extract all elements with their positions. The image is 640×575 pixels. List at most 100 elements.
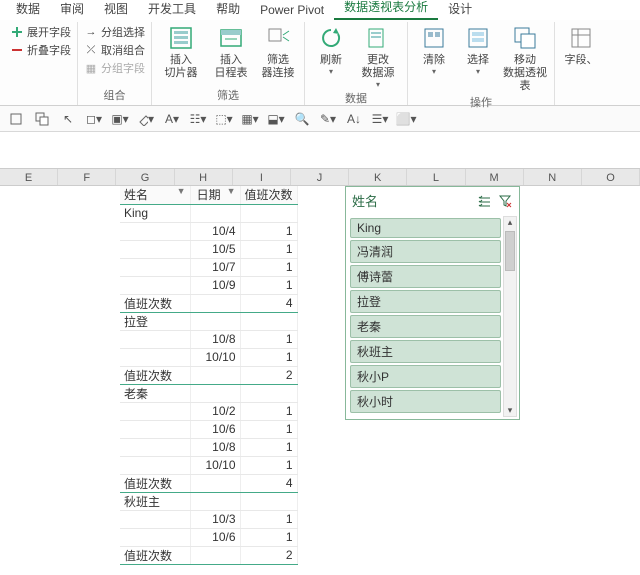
tab-3[interactable]: 开发工具 [138, 0, 206, 20]
pivot-row[interactable]: 10/41 [120, 222, 297, 240]
refresh-button[interactable]: 刷新 ▾ [311, 24, 351, 77]
slicer[interactable]: 姓名 King冯清润傅诗蕾拉登老秦秋班主秋小P秋小时 ▴ ▾ [345, 186, 520, 420]
col-header-K[interactable]: K [349, 169, 407, 185]
pivot-table[interactable]: 姓名▼日期▼值班次数King10/4110/5110/7110/91值班次数4拉… [120, 186, 298, 565]
pivot-row[interactable]: 10/101 [120, 348, 297, 366]
pivot-row[interactable]: 值班次数2 [120, 366, 297, 384]
pivot-row[interactable]: 值班次数4 [120, 474, 297, 492]
group-filter-label: 筛选 [217, 87, 239, 105]
tab-6[interactable]: 数据透视表分析 [334, 0, 438, 20]
cursor-icon[interactable]: ↖ [60, 111, 76, 127]
tab-1[interactable]: 审阅 [50, 0, 94, 20]
pivot-hdr-date[interactable]: 日期▼ [190, 186, 240, 204]
merge-icon[interactable]: ▦▾ [242, 111, 258, 127]
pivot-row[interactable]: 10/61 [120, 528, 297, 546]
group-field-button[interactable]: ▦ 分组字段 [84, 60, 145, 76]
refresh-icon [317, 24, 345, 52]
slicer-item[interactable]: 老秦 [350, 315, 501, 338]
clear-label: 清除 [423, 54, 445, 67]
pivot-row[interactable]: 10/21 [120, 402, 297, 420]
col-header-H[interactable]: H [175, 169, 233, 185]
expand-field-label: 展开字段 [27, 24, 71, 40]
col-header-I[interactable]: I [233, 169, 291, 185]
insert-timeline-button[interactable]: 插入 日程表 [208, 24, 254, 80]
slicer-item[interactable]: 傅诗蕾 [350, 265, 501, 288]
pivot-row[interactable]: 值班次数2 [120, 546, 297, 564]
eraser-icon[interactable]: ▾ [138, 111, 154, 127]
pivot-hdr-count[interactable]: 值班次数 [240, 186, 297, 204]
filter-conn-label: 筛选 器连接 [262, 54, 295, 80]
pivot-row[interactable]: 10/81 [120, 438, 297, 456]
fields-button[interactable]: 字段、 [561, 24, 601, 67]
col-header-F[interactable]: F [58, 169, 116, 185]
col-header-E[interactable]: E [0, 169, 58, 185]
col-header-N[interactable]: N [524, 169, 582, 185]
group-ops: 清除 ▾ 选择 ▾ 移动 数据透视表 操作 [408, 22, 555, 105]
tab-2[interactable]: 视图 [94, 0, 138, 20]
scroll-thumb[interactable] [505, 231, 515, 271]
group-filter: 插入 切片器 插入 日程表 筛选 器连接 筛选 [152, 22, 305, 105]
clear-filter-icon[interactable] [497, 193, 513, 209]
filter2-icon[interactable]: ☰▾ [372, 111, 388, 127]
pivot-row[interactable]: 值班次数4 [120, 294, 297, 312]
multiselect-icon[interactable] [477, 193, 493, 209]
highlight-icon[interactable]: ✎▾ [320, 111, 336, 127]
tab-0[interactable]: 数据 [6, 0, 50, 20]
tab-7[interactable]: 设计 [438, 0, 482, 20]
paste-icon[interactable] [8, 111, 24, 127]
tab-5[interactable]: Power Pivot [250, 1, 334, 20]
col-header-L[interactable]: L [407, 169, 465, 185]
select-button[interactable]: 选择 ▾ [458, 24, 498, 77]
find-icon[interactable]: 🔍 [294, 111, 310, 127]
shape-icon[interactable]: ◻▾ [86, 111, 102, 127]
scroll-up-icon[interactable]: ▴ [508, 217, 513, 228]
ungroup-label: 取消组合 [101, 42, 145, 58]
pivot-row[interactable]: 10/71 [120, 258, 297, 276]
collapse-icon [10, 43, 24, 57]
freeze-icon[interactable]: ⬜▾ [398, 111, 414, 127]
slicer-item[interactable]: 秋小时 [350, 390, 501, 413]
slicer-item[interactable]: 秋小P [350, 365, 501, 388]
scroll-down-icon[interactable]: ▾ [508, 405, 513, 416]
table-icon[interactable]: ☷▾ [190, 111, 206, 127]
pivot-row[interactable]: 老秦 [120, 384, 297, 402]
pivot-row[interactable]: King [120, 204, 297, 222]
filter-connections-button[interactable]: 筛选 器连接 [258, 24, 298, 80]
change-source-button[interactable]: 更改 数据源 ▾ [355, 24, 401, 90]
expand-field-button[interactable]: 展开字段 [10, 24, 71, 40]
col-header-M[interactable]: M [466, 169, 524, 185]
group-selection-button[interactable]: → 分组选择 [84, 24, 145, 40]
tab-4[interactable]: 帮助 [206, 0, 250, 20]
col-header-J[interactable]: J [291, 169, 349, 185]
pivot-row[interactable]: 秋班主 [120, 492, 297, 510]
collapse-field-label: 折叠字段 [27, 42, 71, 58]
move-pivot-button[interactable]: 移动 数据透视表 [502, 24, 548, 94]
textbox-icon[interactable]: A▾ [164, 111, 180, 127]
pivot-row[interactable]: 10/61 [120, 420, 297, 438]
pivot-hdr-name[interactable]: 姓名▼ [120, 186, 190, 204]
pivot-row[interactable]: 10/51 [120, 240, 297, 258]
slicer-item[interactable]: 拉登 [350, 290, 501, 313]
copy-icon[interactable] [34, 111, 50, 127]
pivot-row[interactable]: 拉登 [120, 312, 297, 330]
fill-icon[interactable]: ▣▾ [112, 111, 128, 127]
col-header-O[interactable]: O [582, 169, 640, 185]
col-header-G[interactable]: G [116, 169, 174, 185]
sort-icon[interactable]: A↓ [346, 111, 362, 127]
clear-button[interactable]: 清除 ▾ [414, 24, 454, 77]
align-icon[interactable]: ⬓▾ [268, 111, 284, 127]
collapse-field-button[interactable]: 折叠字段 [10, 42, 71, 58]
timeline-icon [217, 24, 245, 52]
insert-slicer-button[interactable]: 插入 切片器 [158, 24, 204, 80]
slicer-item[interactable]: 冯清润 [350, 240, 501, 263]
ungroup-button[interactable]: ⤫ 取消组合 [84, 42, 145, 58]
slicer-header: 姓名 [346, 187, 519, 214]
group-icon[interactable]: ⬚▾ [216, 111, 232, 127]
pivot-row[interactable]: 10/101 [120, 456, 297, 474]
slicer-item[interactable]: 秋班主 [350, 340, 501, 363]
pivot-row[interactable]: 10/91 [120, 276, 297, 294]
pivot-row[interactable]: 10/31 [120, 510, 297, 528]
pivot-row[interactable]: 10/81 [120, 330, 297, 348]
slicer-scrollbar[interactable]: ▴ ▾ [503, 216, 517, 417]
slicer-item[interactable]: King [350, 218, 501, 238]
